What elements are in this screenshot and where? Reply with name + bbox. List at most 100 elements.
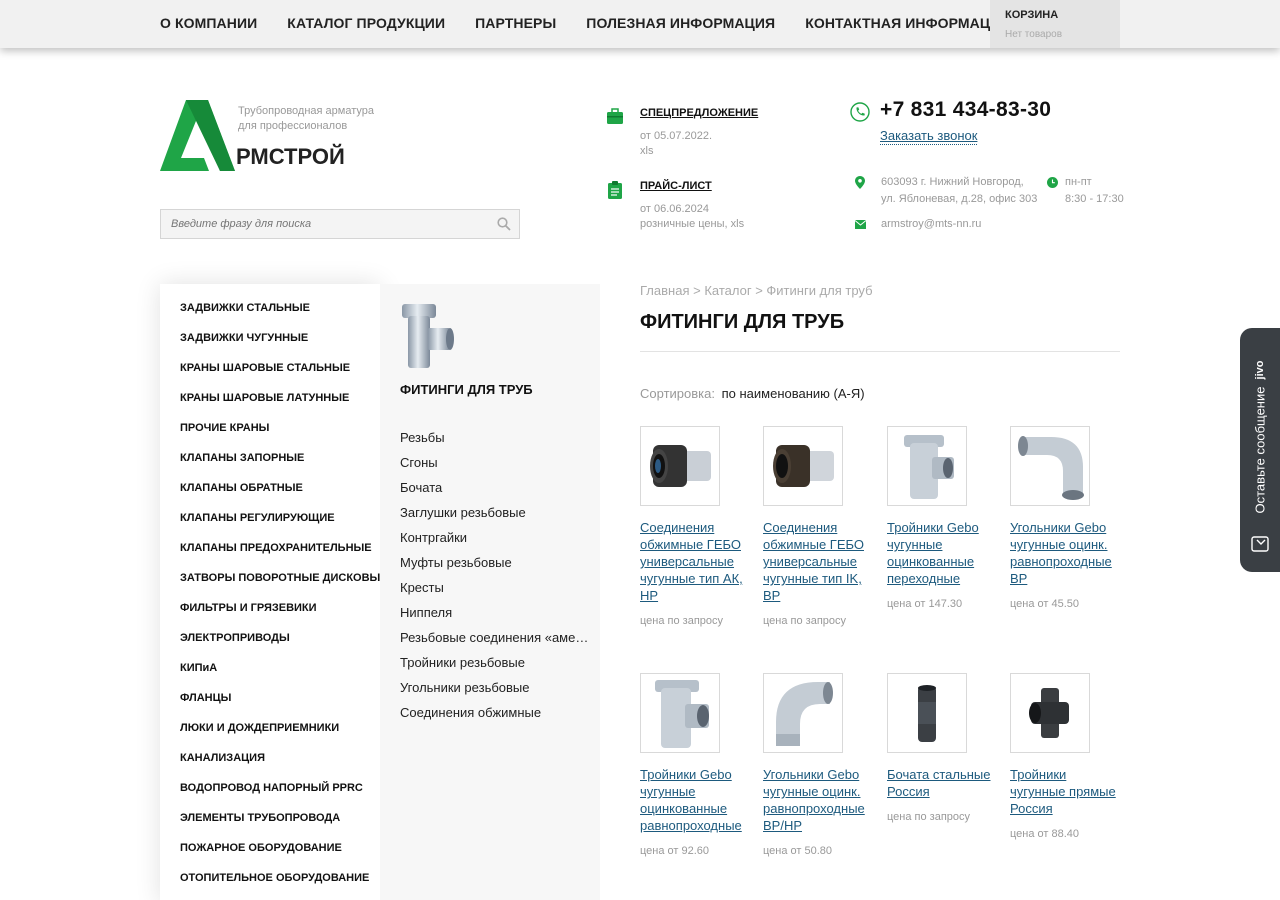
- submenu-item[interactable]: Заглушки резьбовые: [400, 500, 590, 525]
- submenu-item[interactable]: Резьбовые соединения «американка»: [400, 625, 590, 650]
- steel-barrel-image: [918, 685, 936, 742]
- phone-number[interactable]: +7 831 434-83-30: [880, 98, 1051, 122]
- email-address[interactable]: armstroy@mts-nn.ru: [881, 218, 981, 230]
- product-card: Бочата стальные Россия цена по запросу: [887, 673, 997, 823]
- product-name-link[interactable]: Угольники Gebo чугунные оцинк. равнопрох…: [763, 766, 873, 834]
- catalog-item[interactable]: ОТОПИТЕЛЬНОЕ ОБОРУДОВАНИЕ: [160, 863, 380, 893]
- page-title: ФИТИНГИ ДЛЯ ТРУБ: [640, 311, 845, 333]
- product-image[interactable]: [763, 673, 843, 753]
- product-price: цена от 50.80: [763, 845, 833, 857]
- product-card: Угольники Gebo чугунные оцинк. равнопрох…: [763, 673, 873, 857]
- price-list-format: розничные цены, xls: [640, 218, 745, 230]
- product-name-link[interactable]: Соединения обжимные ГЕБО универсальные ч…: [640, 519, 750, 604]
- catalog-item[interactable]: КЛАПАНЫ ОБРАТНЫЕ: [160, 473, 380, 503]
- phone-icon: [850, 102, 870, 122]
- catalog-item[interactable]: ЗАТВОРЫ ПОВОРОТНЫЕ ДИСКОВЫЕ: [160, 563, 388, 593]
- cart-status: Нет товаров: [1005, 29, 1063, 40]
- catalog-item[interactable]: ПОЖАРНОЕ ОБОРУДОВАНИЕ: [160, 833, 380, 863]
- address-line-2: ул. Яблоневая, д.28, офис 303: [881, 193, 1038, 205]
- catalog-item[interactable]: КЛАПАНЫ РЕГУЛИРУЮЩИЕ: [160, 503, 380, 533]
- chat-widget[interactable]: jivo Оставьте сообщение: [1240, 328, 1280, 572]
- catalog-item[interactable]: КРАНЫ ШАРОВЫЕ СТАЛЬНЫЕ: [160, 353, 380, 383]
- chat-icon: [1251, 536, 1269, 552]
- nav-item-company[interactable]: О КОМПАНИИ: [160, 15, 257, 31]
- catalog-item[interactable]: ЛЮКИ И ДОЖДЕПРИЕМНИКИ: [160, 713, 380, 743]
- price-list-date: от 06.06.2024: [640, 203, 710, 215]
- catalog-item[interactable]: КЛАПАНЫ ПРЕДОХРАНИТЕЛЬНЫЕ: [160, 533, 380, 563]
- catalog-item[interactable]: КИПиА: [160, 653, 380, 683]
- catalog-item[interactable]: КРАНЫ ШАРОВЫЕ ЛАТУННЫЕ: [160, 383, 380, 413]
- nav-item-catalog[interactable]: КАТАЛОГ ПРОДУКЦИИ: [287, 15, 445, 31]
- compression-connector-image: [773, 445, 834, 487]
- product-name-link[interactable]: Тройники Gebo чугунные оцинкованные равн…: [640, 766, 750, 834]
- callback-link[interactable]: Заказать звонок: [880, 128, 978, 145]
- nav-item-contacts[interactable]: КОНТАКТНАЯ ИНФОРМАЦИЯ: [805, 15, 1010, 31]
- product-image[interactable]: [763, 426, 843, 506]
- catalog-item[interactable]: КАНАЛИЗАЦИЯ: [160, 743, 380, 773]
- price-list-link[interactable]: ПРАЙС-ЛИСТ: [640, 180, 712, 192]
- product-price: цена от 92.60: [640, 845, 710, 857]
- galvanized-tee-image: [655, 680, 709, 748]
- category-submenu: ФИТИНГИ ДЛЯ ТРУБ Резьбы Сгоны Бочата Заг…: [380, 284, 600, 900]
- product-price: цена по запросу: [640, 615, 724, 627]
- product-name-link[interactable]: Соединения обжимные ГЕБО универсальные ч…: [763, 519, 873, 604]
- breadcrumb: Главная > Каталог > Фитинги для труб: [640, 283, 873, 298]
- product-image[interactable]: [1010, 426, 1090, 506]
- special-offer-format: xls: [640, 145, 654, 157]
- catalog-item[interactable]: ЭЛЕКТРОПРИВОДЫ: [160, 623, 380, 653]
- catalog-item[interactable]: ФИЛЬТРЫ И ГРЯЗЕВИКИ: [160, 593, 380, 623]
- submenu-item[interactable]: Ниппеля: [400, 600, 590, 625]
- top-navigation: О КОМПАНИИ КАТАЛОГ ПРОДУКЦИИ ПАРТНЕРЫ ПО…: [0, 0, 1280, 48]
- product-name-link[interactable]: Тройники Gebo чугунные оцинкованные пере…: [887, 519, 997, 587]
- product-image[interactable]: [887, 426, 967, 506]
- sort-select[interactable]: по наименованию (А-Я): [722, 386, 865, 401]
- special-offer-link[interactable]: СПЕЦПРЕДЛОЖЕНИЕ: [640, 107, 758, 119]
- logo-slogan: Трубопроводная арматура для профессионал…: [238, 104, 374, 134]
- breadcrumb-catalog[interactable]: Каталог: [704, 283, 751, 298]
- search-icon[interactable]: [497, 217, 511, 231]
- catalog-item[interactable]: ФЛАНЦЫ: [160, 683, 380, 713]
- submenu-item[interactable]: Кресты: [400, 575, 590, 600]
- product-name-link[interactable]: Бочата стальные Россия: [887, 766, 997, 800]
- product-card: Соединения обжимные ГЕБО универсальные ч…: [640, 426, 750, 627]
- cart-widget[interactable]: КОРЗИНА Нет товаров: [990, 0, 1120, 48]
- special-offer-date: от 05.07.2022.: [640, 130, 713, 142]
- submenu-item[interactable]: Контргайки: [400, 525, 590, 550]
- galvanized-elbow-image: [776, 682, 833, 746]
- breadcrumb-current: Фитинги для труб: [766, 283, 873, 298]
- product-image[interactable]: [887, 673, 967, 753]
- submenu-item[interactable]: Резьбы: [400, 425, 590, 450]
- nav-item-partners[interactable]: ПАРТНЕРЫ: [475, 15, 556, 31]
- special-offer-meta: от 05.07.2022. xls: [640, 129, 712, 159]
- product-card: Тройники Gebo чугунные оцинкованные равн…: [640, 673, 750, 857]
- catalog-item[interactable]: ЗАДВИЖКИ ЧУГУННЫЕ: [160, 323, 380, 353]
- title-divider: [640, 351, 1120, 352]
- product-image[interactable]: [640, 426, 720, 506]
- submenu-item[interactable]: Угольники резьбовые: [400, 675, 590, 700]
- briefcase-icon: [607, 108, 623, 124]
- compression-connector-image: [650, 445, 711, 487]
- product-image[interactable]: [1010, 673, 1090, 753]
- product-name-link[interactable]: Тройники чугунные прямые Россия: [1010, 766, 1120, 817]
- product-name-link[interactable]: Угольники Gebo чугунные оцинк. равнопрох…: [1010, 519, 1120, 587]
- catalog-item[interactable]: ЭЛЕМЕНТЫ ТРУБОПРОВОДА: [160, 803, 380, 833]
- pipe-tee-image: [402, 304, 454, 368]
- submenu-item[interactable]: Сгоны: [400, 450, 590, 475]
- catalog-item[interactable]: ПРОЧИЕ КРАНЫ: [160, 413, 380, 443]
- catalog-item[interactable]: КЛАПАНЫ ЗАПОРНЫЕ: [160, 443, 380, 473]
- breadcrumb-home[interactable]: Главная: [640, 283, 689, 298]
- product-image[interactable]: [640, 673, 720, 753]
- search-input[interactable]: [161, 210, 481, 238]
- nav-item-useful-info[interactable]: ПОЛЕЗНАЯ ИНФОРМАЦИЯ: [586, 15, 775, 31]
- submenu-item[interactable]: Соединения обжимные: [400, 700, 590, 725]
- submenu-item[interactable]: Муфты резьбовые: [400, 550, 590, 575]
- catalog-item[interactable]: ЗАДВИЖКИ СТАЛЬНЫЕ: [160, 293, 380, 323]
- submenu-item[interactable]: Тройники резьбовые: [400, 650, 590, 675]
- product-card: Соединения обжимные ГЕБО универсальные ч…: [763, 426, 873, 627]
- sort-control: Сортировка: по наименованию (А-Я): [640, 386, 865, 401]
- catalog-item[interactable]: ВОДОПРОВОД НАПОРНЫЙ PPRC: [160, 773, 380, 803]
- slogan-line-2: для профессионалов: [238, 120, 348, 132]
- sort-label: Сортировка:: [640, 386, 715, 401]
- submenu-title: ФИТИНГИ ДЛЯ ТРУБ: [400, 382, 533, 397]
- submenu-item[interactable]: Бочата: [400, 475, 590, 500]
